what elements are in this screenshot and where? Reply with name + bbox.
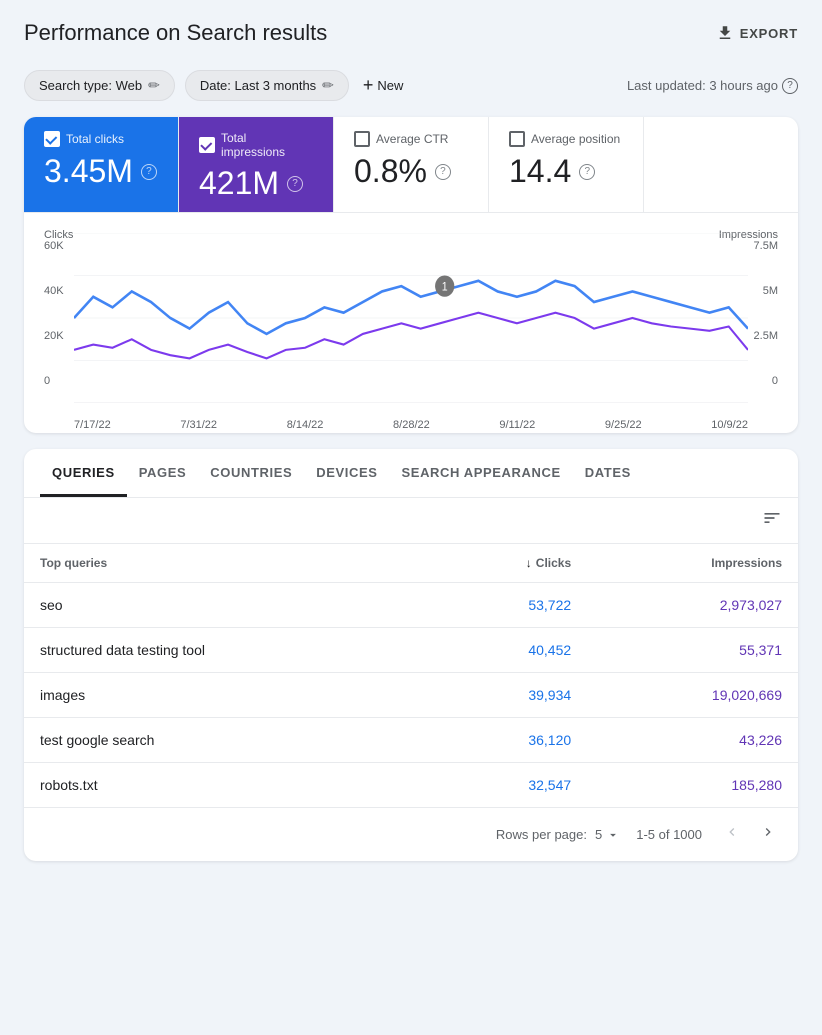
- prev-icon: [724, 824, 740, 840]
- clicks-cell: 32,547: [428, 763, 587, 808]
- table-row: images 39,934 19,020,669: [24, 673, 798, 718]
- date-filter[interactable]: Date: Last 3 months ✏: [185, 70, 349, 101]
- clicks-cell: 53,722: [428, 583, 587, 628]
- impressions-cell: 55,371: [587, 628, 798, 673]
- rows-per-page: Rows per page: 5: [496, 827, 620, 842]
- y-axis-right-ticks: 7.5M 5M 2.5M 0: [754, 241, 778, 387]
- svg-text:1: 1: [442, 281, 448, 294]
- avg-ctr-label: Average CTR: [354, 131, 468, 147]
- page-nav: [718, 820, 782, 849]
- query-cell: images: [24, 673, 428, 718]
- tab-queries[interactable]: QUERIES: [40, 449, 127, 497]
- empty-metric: [644, 117, 798, 212]
- page-header: Performance on Search results EXPORT: [0, 0, 822, 62]
- plus-icon: +: [363, 75, 374, 96]
- query-cell: seo: [24, 583, 428, 628]
- new-button[interactable]: + New: [363, 75, 404, 96]
- avg-position-label: Average position: [509, 131, 623, 147]
- total-impressions-value: 421M ?: [199, 165, 313, 202]
- avg-ctr-checkbox[interactable]: [354, 131, 370, 147]
- filter-icon: [762, 508, 782, 528]
- total-impressions-help[interactable]: ?: [287, 176, 303, 192]
- query-cell: test google search: [24, 718, 428, 763]
- data-table: Top queries ↓ Clicks Impressions seo 53,…: [24, 544, 798, 807]
- total-clicks-help[interactable]: ?: [141, 164, 157, 180]
- next-page-button[interactable]: [754, 820, 782, 849]
- next-icon: [760, 824, 776, 840]
- chart-svg-wrapper: 1: [74, 233, 748, 403]
- prev-page-button[interactable]: [718, 820, 746, 849]
- tab-search-appearance[interactable]: SEARCH APPEARANCE: [390, 449, 573, 497]
- avg-ctr-metric: Average CTR 0.8% ?: [334, 117, 489, 212]
- search-type-filter[interactable]: Search type: Web ✏: [24, 70, 175, 101]
- table-row: seo 53,722 2,973,027: [24, 583, 798, 628]
- help-icon[interactable]: ?: [782, 78, 798, 94]
- avg-position-checkbox[interactable]: [509, 131, 525, 147]
- metrics-row: Total clicks 3.45M ? Total impressions 4…: [24, 117, 798, 213]
- pagination: Rows per page: 5 1-5 of 1000: [24, 807, 798, 861]
- impressions-cell: 185,280: [587, 763, 798, 808]
- total-clicks-checkbox[interactable]: [44, 131, 60, 147]
- y-axis-left-ticks: 60K 40K 20K 0: [44, 241, 64, 387]
- avg-ctr-value: 0.8% ?: [354, 153, 468, 190]
- col-query-header: Top queries: [24, 544, 428, 583]
- clicks-cell: 36,120: [428, 718, 587, 763]
- table-row: robots.txt 32,547 185,280: [24, 763, 798, 808]
- avg-position-help[interactable]: ?: [579, 164, 595, 180]
- x-axis-labels: 7/17/22 7/31/22 8/14/22 8/28/22 9/11/22 …: [74, 419, 748, 431]
- tab-devices[interactable]: DEVICES: [304, 449, 389, 497]
- total-impressions-metric: Total impressions 421M ?: [179, 117, 334, 212]
- last-updated-text: Last updated: 3 hours ago ?: [627, 78, 798, 94]
- toolbar: Search type: Web ✏ Date: Last 3 months ✏…: [0, 62, 822, 117]
- export-button[interactable]: EXPORT: [716, 24, 798, 42]
- filter-button[interactable]: [762, 508, 782, 533]
- table-row: structured data testing tool 40,452 55,3…: [24, 628, 798, 673]
- clicks-cell: 39,934: [428, 673, 587, 718]
- rows-per-page-select[interactable]: 5: [595, 827, 620, 842]
- table-row: test google search 36,120 43,226: [24, 718, 798, 763]
- tab-countries[interactable]: COUNTRIES: [198, 449, 304, 497]
- total-impressions-label: Total impressions: [199, 131, 313, 159]
- total-clicks-value: 3.45M ?: [44, 153, 158, 190]
- avg-position-value: 14.4 ?: [509, 153, 623, 190]
- chart-svg: 1: [74, 233, 748, 403]
- total-impressions-checkbox[interactable]: [199, 137, 215, 153]
- page-title: Performance on Search results: [24, 20, 327, 46]
- edit-icon: ✏: [148, 77, 160, 94]
- avg-position-metric: Average position 14.4 ?: [489, 117, 644, 212]
- query-cell: structured data testing tool: [24, 628, 428, 673]
- impressions-cell: 2,973,027: [587, 583, 798, 628]
- export-icon: [716, 24, 734, 42]
- edit-icon: ✏: [322, 77, 334, 94]
- tabs: QUERIESPAGESCOUNTRIESDEVICESSEARCH APPEA…: [24, 449, 798, 498]
- clicks-cell: 40,452: [428, 628, 587, 673]
- impressions-cell: 43,226: [587, 718, 798, 763]
- query-cell: robots.txt: [24, 763, 428, 808]
- avg-ctr-help[interactable]: ?: [435, 164, 451, 180]
- col-impressions-header: Impressions: [587, 544, 798, 583]
- tab-dates[interactable]: DATES: [573, 449, 643, 497]
- dropdown-icon: [606, 828, 620, 842]
- impressions-cell: 19,020,669: [587, 673, 798, 718]
- total-clicks-label: Total clicks: [44, 131, 158, 147]
- page-info: 1-5 of 1000: [636, 827, 702, 842]
- total-clicks-metric: Total clicks 3.45M ?: [24, 117, 179, 212]
- col-clicks-header[interactable]: ↓ Clicks: [428, 544, 587, 582]
- table-card: QUERIESPAGESCOUNTRIESDEVICESSEARCH APPEA…: [24, 449, 798, 861]
- chart-area: Clicks Impressions 60K 40K 20K 0 7.5M 5M…: [24, 213, 798, 433]
- metrics-card: Total clicks 3.45M ? Total impressions 4…: [24, 117, 798, 433]
- filter-row: [24, 498, 798, 544]
- tab-pages[interactable]: PAGES: [127, 449, 199, 497]
